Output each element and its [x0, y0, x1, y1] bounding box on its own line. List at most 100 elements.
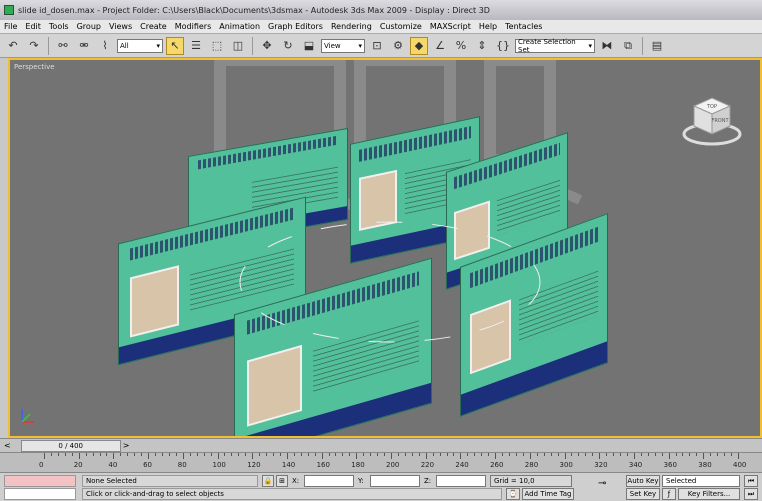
viewport-label[interactable]: Perspective [14, 63, 55, 71]
select-by-name-icon[interactable]: ☰ [187, 37, 205, 55]
scale-icon[interactable]: ⬓ [300, 37, 318, 55]
set-key-icon[interactable]: ƒ [662, 488, 676, 500]
lock-selection-icon[interactable]: 🔒 [262, 475, 274, 487]
ruler-minor-tick [252, 453, 254, 456]
ruler-tick-label: 40 [108, 461, 118, 469]
rectangular-selection-icon[interactable]: ⬚ [208, 37, 226, 55]
menu-file[interactable]: File [4, 22, 17, 31]
prev-frame-icon[interactable]: < [4, 441, 11, 450]
ruler-minor-tick [495, 453, 497, 456]
go-to-start-icon[interactable]: ⏮ [744, 475, 758, 487]
selection-filter-dropdown[interactable]: All ▾ [117, 38, 163, 53]
ruler-minor-tick [349, 453, 351, 456]
ruler-minor-tick [224, 453, 226, 456]
ruler-minor-tick [696, 453, 698, 456]
ruler-minor-tick [640, 453, 642, 456]
undo-icon[interactable]: ↶ [4, 37, 22, 55]
named-selection-sets-dropdown[interactable]: Create Selection Set ▾ [515, 38, 595, 54]
edit-named-selection-icon[interactable]: {} [494, 37, 512, 55]
auto-key-button[interactable]: Auto Key [626, 475, 660, 487]
x-coordinate-input[interactable] [304, 475, 354, 487]
menu-graph-editors[interactable]: Graph Editors [268, 22, 323, 31]
menu-create[interactable]: Create [140, 22, 167, 31]
menu-maxscript[interactable]: MAXScript [430, 22, 471, 31]
window-crossing-icon[interactable]: ◫ [229, 37, 247, 55]
ruler-minor-tick [106, 453, 108, 456]
menu-customize[interactable]: Customize [380, 22, 422, 31]
chevron-down-icon: ▾ [358, 41, 362, 50]
unlink-icon[interactable]: ⚮ [75, 37, 93, 55]
ruler-minor-tick [474, 453, 476, 456]
menu-help[interactable]: Help [479, 22, 497, 31]
maxscript-listener-pink[interactable] [4, 475, 76, 487]
viewcube-icon[interactable]: TOP FRONT [682, 90, 742, 150]
menu-bar: File Edit Tools Group Views Create Modif… [0, 20, 762, 34]
menu-tentacles[interactable]: Tentacles [505, 22, 542, 31]
ruler-tick-label: 0 [39, 461, 44, 469]
app-icon[interactable] [4, 5, 14, 15]
redo-icon[interactable]: ↷ [25, 37, 43, 55]
select-manipulate-icon[interactable]: ⚙ [389, 37, 407, 55]
link-icon[interactable]: ⚯ [54, 37, 72, 55]
key-filters-button[interactable]: Key Filters... [678, 488, 740, 500]
ruler-tick-label: 400 [733, 461, 747, 469]
ruler-minor-tick [675, 453, 677, 456]
move-icon[interactable]: ✥ [258, 37, 276, 55]
time-tag-icon[interactable]: ⌚ [506, 488, 520, 500]
maxscript-listener-white[interactable] [4, 488, 76, 500]
ruler-minor-tick [85, 453, 87, 456]
key-icon: ⊸ [598, 478, 607, 489]
mirror-icon[interactable]: ⧓ [598, 37, 616, 55]
rotate-icon[interactable]: ↻ [279, 37, 297, 55]
ruler-minor-tick [578, 453, 580, 456]
select-object-icon[interactable]: ↖ [166, 36, 184, 55]
go-to-end-icon[interactable]: ⏭ [744, 488, 758, 500]
key-mode-dropdown[interactable]: Selected [662, 475, 740, 487]
menu-tools[interactable]: Tools [49, 22, 69, 31]
snap-toggle-icon[interactable]: ◆ [410, 36, 428, 55]
card-text-lines [519, 270, 599, 344]
ruler-tick-label: 200 [386, 461, 400, 469]
ruler-minor-tick [682, 453, 684, 456]
ruler-minor-tick [370, 453, 372, 456]
perspective-viewport[interactable]: Perspective TOP FRONT [8, 58, 762, 438]
pivot-icon[interactable]: ⊡ [368, 37, 386, 55]
reference-coordinate-dropdown[interactable]: View ▾ [321, 38, 365, 53]
align-icon[interactable]: ⧉ [619, 37, 637, 55]
angle-snap-icon[interactable]: ∠ [431, 37, 449, 55]
ruler-tick-label: 280 [524, 461, 539, 469]
ruler-minor-tick [155, 453, 157, 456]
menu-group[interactable]: Group [77, 22, 101, 31]
ruler-minor-tick [626, 453, 628, 456]
menu-views[interactable]: Views [109, 22, 132, 31]
absolute-mode-icon[interactable]: ⊞ [276, 475, 288, 487]
layer-manager-icon[interactable]: ▤ [648, 37, 666, 55]
y-coordinate-input[interactable] [370, 475, 420, 487]
menu-edit[interactable]: Edit [25, 22, 41, 31]
menu-rendering[interactable]: Rendering [331, 22, 372, 31]
bind-space-warp-icon[interactable]: ⌇ [96, 37, 114, 55]
track-bar[interactable]: 0 20 40 60 80 100 120 140 160 180 200 220 240 260 280 3… [0, 452, 762, 472]
ruler-tick-label: 340 [628, 461, 643, 469]
menu-animation[interactable]: Animation [219, 22, 260, 31]
add-time-tag-button[interactable]: Add Time Tag [522, 488, 574, 500]
set-key-button[interactable]: Set Key [626, 488, 660, 500]
ruler-minor-tick [703, 453, 705, 456]
ruler-minor-tick [654, 453, 656, 456]
ruler-minor-tick [293, 453, 295, 456]
z-label: Z: [424, 477, 432, 485]
spinner-snap-icon[interactable]: ⇕ [473, 37, 491, 55]
z-coordinate-input[interactable] [436, 475, 486, 487]
ruler-minor-tick [502, 453, 504, 456]
next-frame-icon[interactable]: > [123, 441, 130, 450]
ruler-minor-tick [481, 453, 483, 456]
ruler-minor-tick [446, 453, 448, 456]
ruler-minor-tick [557, 453, 559, 456]
menu-modifiers[interactable]: Modifiers [175, 22, 212, 31]
ruler-minor-tick [328, 453, 330, 456]
percent-snap-icon[interactable]: % [452, 37, 470, 55]
ruler-tick-label: 380 [698, 461, 712, 469]
time-slider[interactable]: 0 / 400 [20, 439, 121, 452]
ruler-minor-tick [141, 453, 143, 456]
toolbar-divider [252, 36, 253, 55]
